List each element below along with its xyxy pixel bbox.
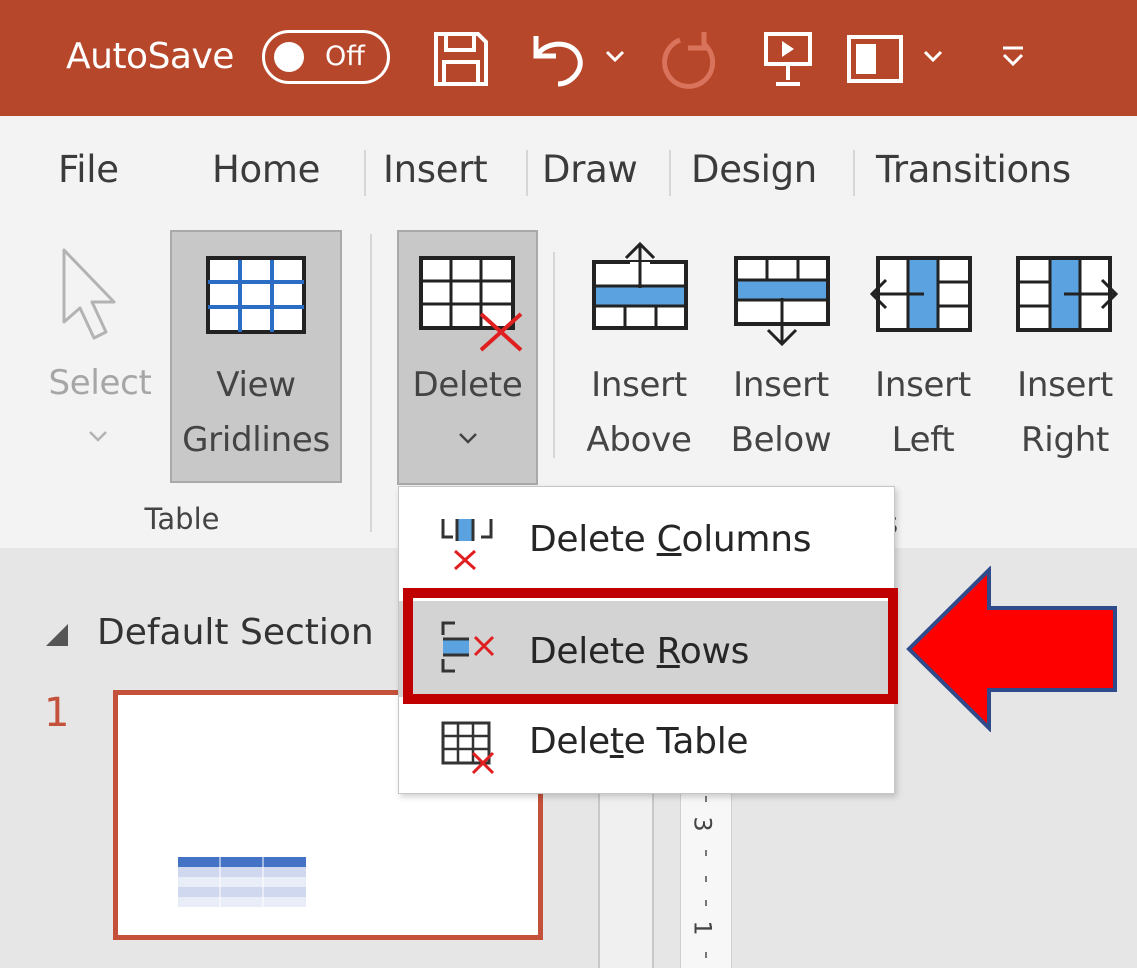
highlight-box (403, 588, 898, 704)
delete-label: Delete (412, 365, 523, 405)
menu-item-delete-columns[interactable]: Delete Columns (399, 495, 894, 591)
customize-toolbar-icon[interactable] (1000, 44, 1026, 70)
select-chevron-icon (87, 428, 109, 447)
ruler-tick (705, 900, 707, 906)
ruler-tick (705, 952, 707, 958)
insert-right-icon (1012, 254, 1122, 338)
autosave-label: AutoSave (66, 36, 234, 77)
pointer-arrow (905, 565, 1119, 736)
menu-label-delete-columns: Delete Columns (529, 519, 812, 560)
tab-insert[interactable]: Insert (383, 148, 488, 191)
select-label: Select (48, 363, 152, 403)
insert-left-label-line1: Insert (875, 365, 971, 405)
ruler-label: 1 (688, 920, 717, 936)
insert-below-button[interactable]: Insert Below (720, 230, 842, 470)
insert-above-label-line2: Above (586, 420, 692, 460)
tab-home[interactable]: Home (212, 148, 320, 191)
autosave-toggle[interactable]: Off (262, 30, 390, 84)
gridlines-icon (206, 256, 306, 338)
insert-right-button[interactable]: Insert Right (1004, 230, 1126, 470)
tab-divider (669, 150, 671, 196)
tab-divider (526, 150, 528, 196)
insert-below-label-line2: Below (730, 420, 832, 460)
insert-left-icon (868, 254, 978, 338)
delete-columns-icon (437, 515, 497, 575)
redo-icon (658, 30, 720, 92)
view-gridlines-label-line1: View (216, 365, 296, 405)
insert-left-label-line2: Left (891, 420, 955, 460)
tab-file[interactable]: File (58, 148, 119, 191)
select-pointer-icon (58, 244, 138, 348)
view-gridlines-label-line2: Gridlines (182, 420, 330, 460)
insert-above-button[interactable]: Insert Above (578, 230, 700, 470)
insert-below-label-line1: Insert (733, 365, 829, 405)
tab-divider (364, 150, 366, 196)
layout-view-icon[interactable] (846, 34, 904, 84)
table-group-label: Table (144, 502, 220, 536)
tab-design[interactable]: Design (691, 148, 817, 191)
delete-button[interactable]: Delete (397, 230, 538, 485)
layout-dropdown-chevron-icon[interactable] (922, 48, 944, 64)
insert-left-button[interactable]: Insert Left (862, 230, 984, 470)
delete-table-icon (419, 256, 529, 356)
delete-table-menu-icon (439, 719, 499, 781)
tab-draw[interactable]: Draw (542, 148, 638, 191)
ruler-label: 3 (688, 816, 717, 832)
select-button: Select (40, 238, 160, 478)
tab-divider (853, 150, 855, 196)
save-icon[interactable] (432, 30, 490, 88)
tab-transitions[interactable]: Transitions (876, 148, 1071, 191)
menu-item-delete-table[interactable]: Delete Table (399, 699, 894, 795)
group-divider (370, 234, 372, 532)
thumbnail-table (178, 857, 306, 911)
insert-right-label-line1: Insert (1017, 365, 1113, 405)
toggle-knob (274, 42, 304, 72)
view-gridlines-button[interactable]: View Gridlines (170, 230, 342, 483)
insert-below-icon (732, 254, 832, 358)
toggle-state-text: Off (325, 41, 365, 72)
delete-chevron-icon (457, 430, 479, 449)
section-collapse-icon[interactable] (44, 622, 70, 652)
insert-right-label-line2: Right (1020, 420, 1110, 460)
ruler-tick (705, 850, 707, 856)
menu-label-delete-table: Delete Table (529, 721, 749, 762)
insert-above-icon (590, 240, 690, 336)
present-from-start-icon[interactable] (760, 30, 816, 88)
ruler-tick (705, 876, 707, 882)
undo-icon[interactable] (530, 32, 590, 90)
slide-number: 1 (44, 690, 70, 736)
undo-dropdown-chevron-icon[interactable] (604, 48, 626, 64)
section-title[interactable]: Default Section (97, 612, 374, 653)
ruler-tick (705, 796, 707, 802)
insert-above-label-line1: Insert (591, 365, 687, 405)
group-divider (553, 252, 555, 458)
